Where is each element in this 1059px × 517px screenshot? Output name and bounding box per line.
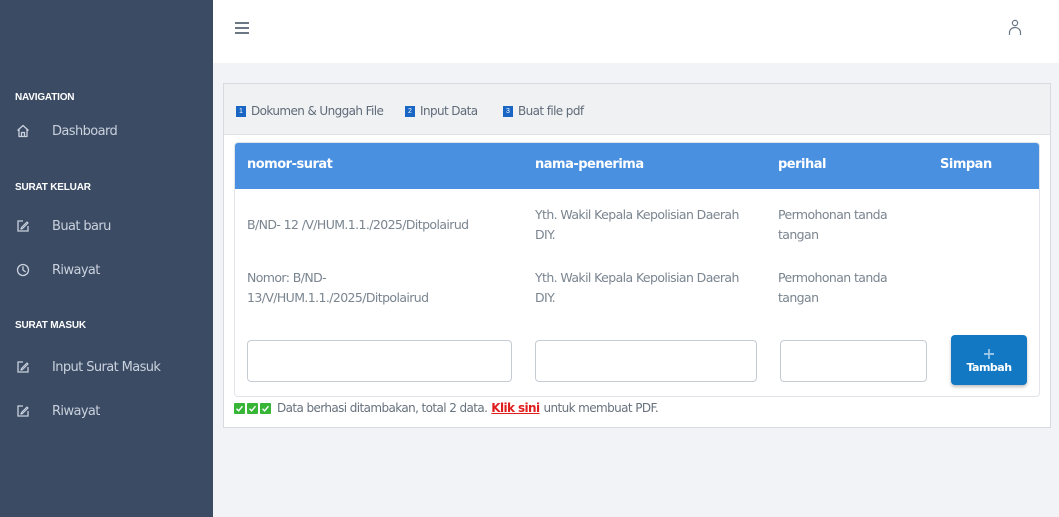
cell-perihal: Permohonan tanda tangan	[778, 207, 888, 242]
cell-perihal: Permohonan tanda tangan	[778, 270, 888, 305]
section-navigation: NAVIGATION	[15, 92, 75, 103]
check-icon	[234, 402, 245, 414]
sidebar-item-input-surat-masuk[interactable]: Input Surat Masuk	[0, 350, 213, 384]
table-header: nomor-surat nama-penerima perihal Simpan	[235, 143, 1039, 189]
edit-icon	[15, 359, 31, 375]
step-number: 2	[405, 105, 415, 117]
cell-nama-penerima: Yth. Wakil Kepala Kepolisian Daerah DIY.	[535, 270, 739, 305]
sidebar-item-label: Dashboard	[52, 123, 118, 139]
sidebar-item-label: Riwayat	[52, 403, 100, 419]
top-bar	[213, 0, 1059, 63]
column-header: nama-penerima	[535, 157, 644, 172]
column-header: perihal	[778, 157, 826, 172]
user-icon[interactable]	[1008, 19, 1022, 37]
step-bar: 1 Dokumen & Unggah File 2 Input Data 3 B…	[224, 84, 1050, 135]
data-table: nomor-surat nama-penerima perihal Simpan…	[234, 142, 1040, 397]
step-label: Input Data	[420, 104, 478, 118]
check-icon	[247, 402, 258, 414]
step-buat-pdf[interactable]: 3 Buat file pdf	[503, 104, 584, 118]
status-message: Data berhasi ditambakan, total 2 data. K…	[234, 401, 659, 415]
tambah-button[interactable]: Tambah	[951, 335, 1027, 385]
clock-icon	[15, 262, 31, 278]
app: NAVIGATION Dashboard SURAT KELUAR Buat b…	[0, 0, 1059, 517]
form-card: 1 Dokumen & Unggah File 2 Input Data 3 B…	[223, 83, 1051, 428]
tambah-label: Tambah	[966, 360, 1012, 374]
cell-nomor-surat: B/ND- 12 /V/HUM.1.1./2025/Ditpolairud	[247, 217, 469, 232]
cell-nomor-surat: Nomor: B/ND-13/V/HUM.1.1./2025/Ditpolair…	[247, 270, 429, 305]
status-text: Data berhasi ditambakan, total 2 data.	[277, 401, 488, 415]
home-icon	[15, 123, 31, 139]
sidebar-item-label: Input Surat Masuk	[52, 359, 161, 375]
sidebar-item-riwayat-masuk[interactable]: Riwayat	[0, 394, 213, 428]
step-label: Dokumen & Unggah File	[251, 104, 384, 118]
section-surat-masuk: SURAT MASUK	[15, 320, 86, 331]
check-icon	[260, 402, 271, 414]
main-content: 1 Dokumen & Unggah File 2 Input Data 3 B…	[213, 63, 1059, 517]
step-dokumen[interactable]: 1 Dokumen & Unggah File	[236, 104, 384, 118]
step-number: 1	[236, 105, 246, 117]
cell-nama-penerima: Yth. Wakil Kepala Kepolisian Daerah DIY.	[535, 207, 739, 242]
step-input-data[interactable]: 2 Input Data	[405, 104, 478, 118]
sidebar-item-label: Riwayat	[52, 262, 100, 278]
sidebar-item-label: Buat baru	[52, 218, 111, 234]
sidebar: NAVIGATION Dashboard SURAT KELUAR Buat b…	[0, 0, 213, 517]
sidebar-item-riwayat-keluar[interactable]: Riwayat	[0, 253, 213, 287]
section-surat-keluar: SURAT KELUAR	[15, 182, 91, 193]
pdf-link[interactable]: Klik sini	[491, 401, 540, 415]
perihal-input[interactable]	[780, 340, 927, 382]
nomor-surat-input[interactable]	[247, 340, 512, 382]
edit-icon	[15, 403, 31, 419]
nama-penerima-input[interactable]	[535, 340, 757, 382]
hamburger-icon[interactable]	[235, 22, 249, 34]
plus-icon	[983, 347, 995, 359]
column-header: nomor-surat	[247, 157, 333, 172]
edit-icon	[15, 218, 31, 234]
status-suffix: untuk membuat PDF.	[543, 401, 659, 415]
sidebar-item-dashboard[interactable]: Dashboard	[0, 114, 213, 148]
step-label: Buat file pdf	[518, 104, 584, 118]
column-header: Simpan	[940, 157, 992, 172]
step-number: 3	[503, 105, 513, 117]
sidebar-item-buat-baru[interactable]: Buat baru	[0, 209, 213, 243]
